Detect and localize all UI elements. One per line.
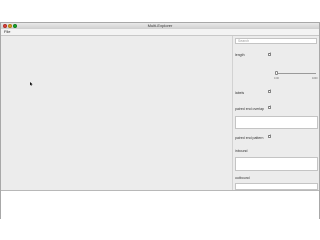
app-window: Multi-Explorer File Search length ✓ 0.00… <box>0 22 320 219</box>
inbound-box[interactable] <box>235 157 318 171</box>
checkmark-icon: ✓ <box>269 88 272 92</box>
length-slider-max: 1000 <box>312 77 318 80</box>
length-slider-handle[interactable] <box>275 71 278 75</box>
checkmark-icon: ✓ <box>269 51 272 55</box>
filter-panel: Search length ✓ 0.00 1000 labels ✓ paire… <box>232 36 319 190</box>
search-input[interactable]: Search <box>235 38 317 44</box>
length-slider-min: 0.00 <box>274 77 279 80</box>
paired-end-pattern-label: paired end pattern <box>235 136 264 140</box>
menu-bar: File <box>1 29 319 36</box>
paired-end-overlap-label: paired end overlap <box>235 107 264 111</box>
paired-end-overlap-box[interactable] <box>235 116 318 129</box>
length-slider-track[interactable] <box>276 73 316 74</box>
outbound-box[interactable] <box>235 183 318 190</box>
checkmark-icon: ✓ <box>269 104 272 108</box>
checkmark-icon: ✓ <box>269 133 272 137</box>
output-panel[interactable] <box>1 190 319 219</box>
graph-canvas[interactable] <box>1 36 232 190</box>
mouse-pointer-icon <box>30 82 33 86</box>
length-label: length <box>235 53 245 57</box>
outbound-label: outbound <box>235 176 250 180</box>
inbound-label: inbound <box>235 149 248 153</box>
labels-label: labels <box>235 91 245 95</box>
menu-file[interactable]: File <box>4 29 10 35</box>
